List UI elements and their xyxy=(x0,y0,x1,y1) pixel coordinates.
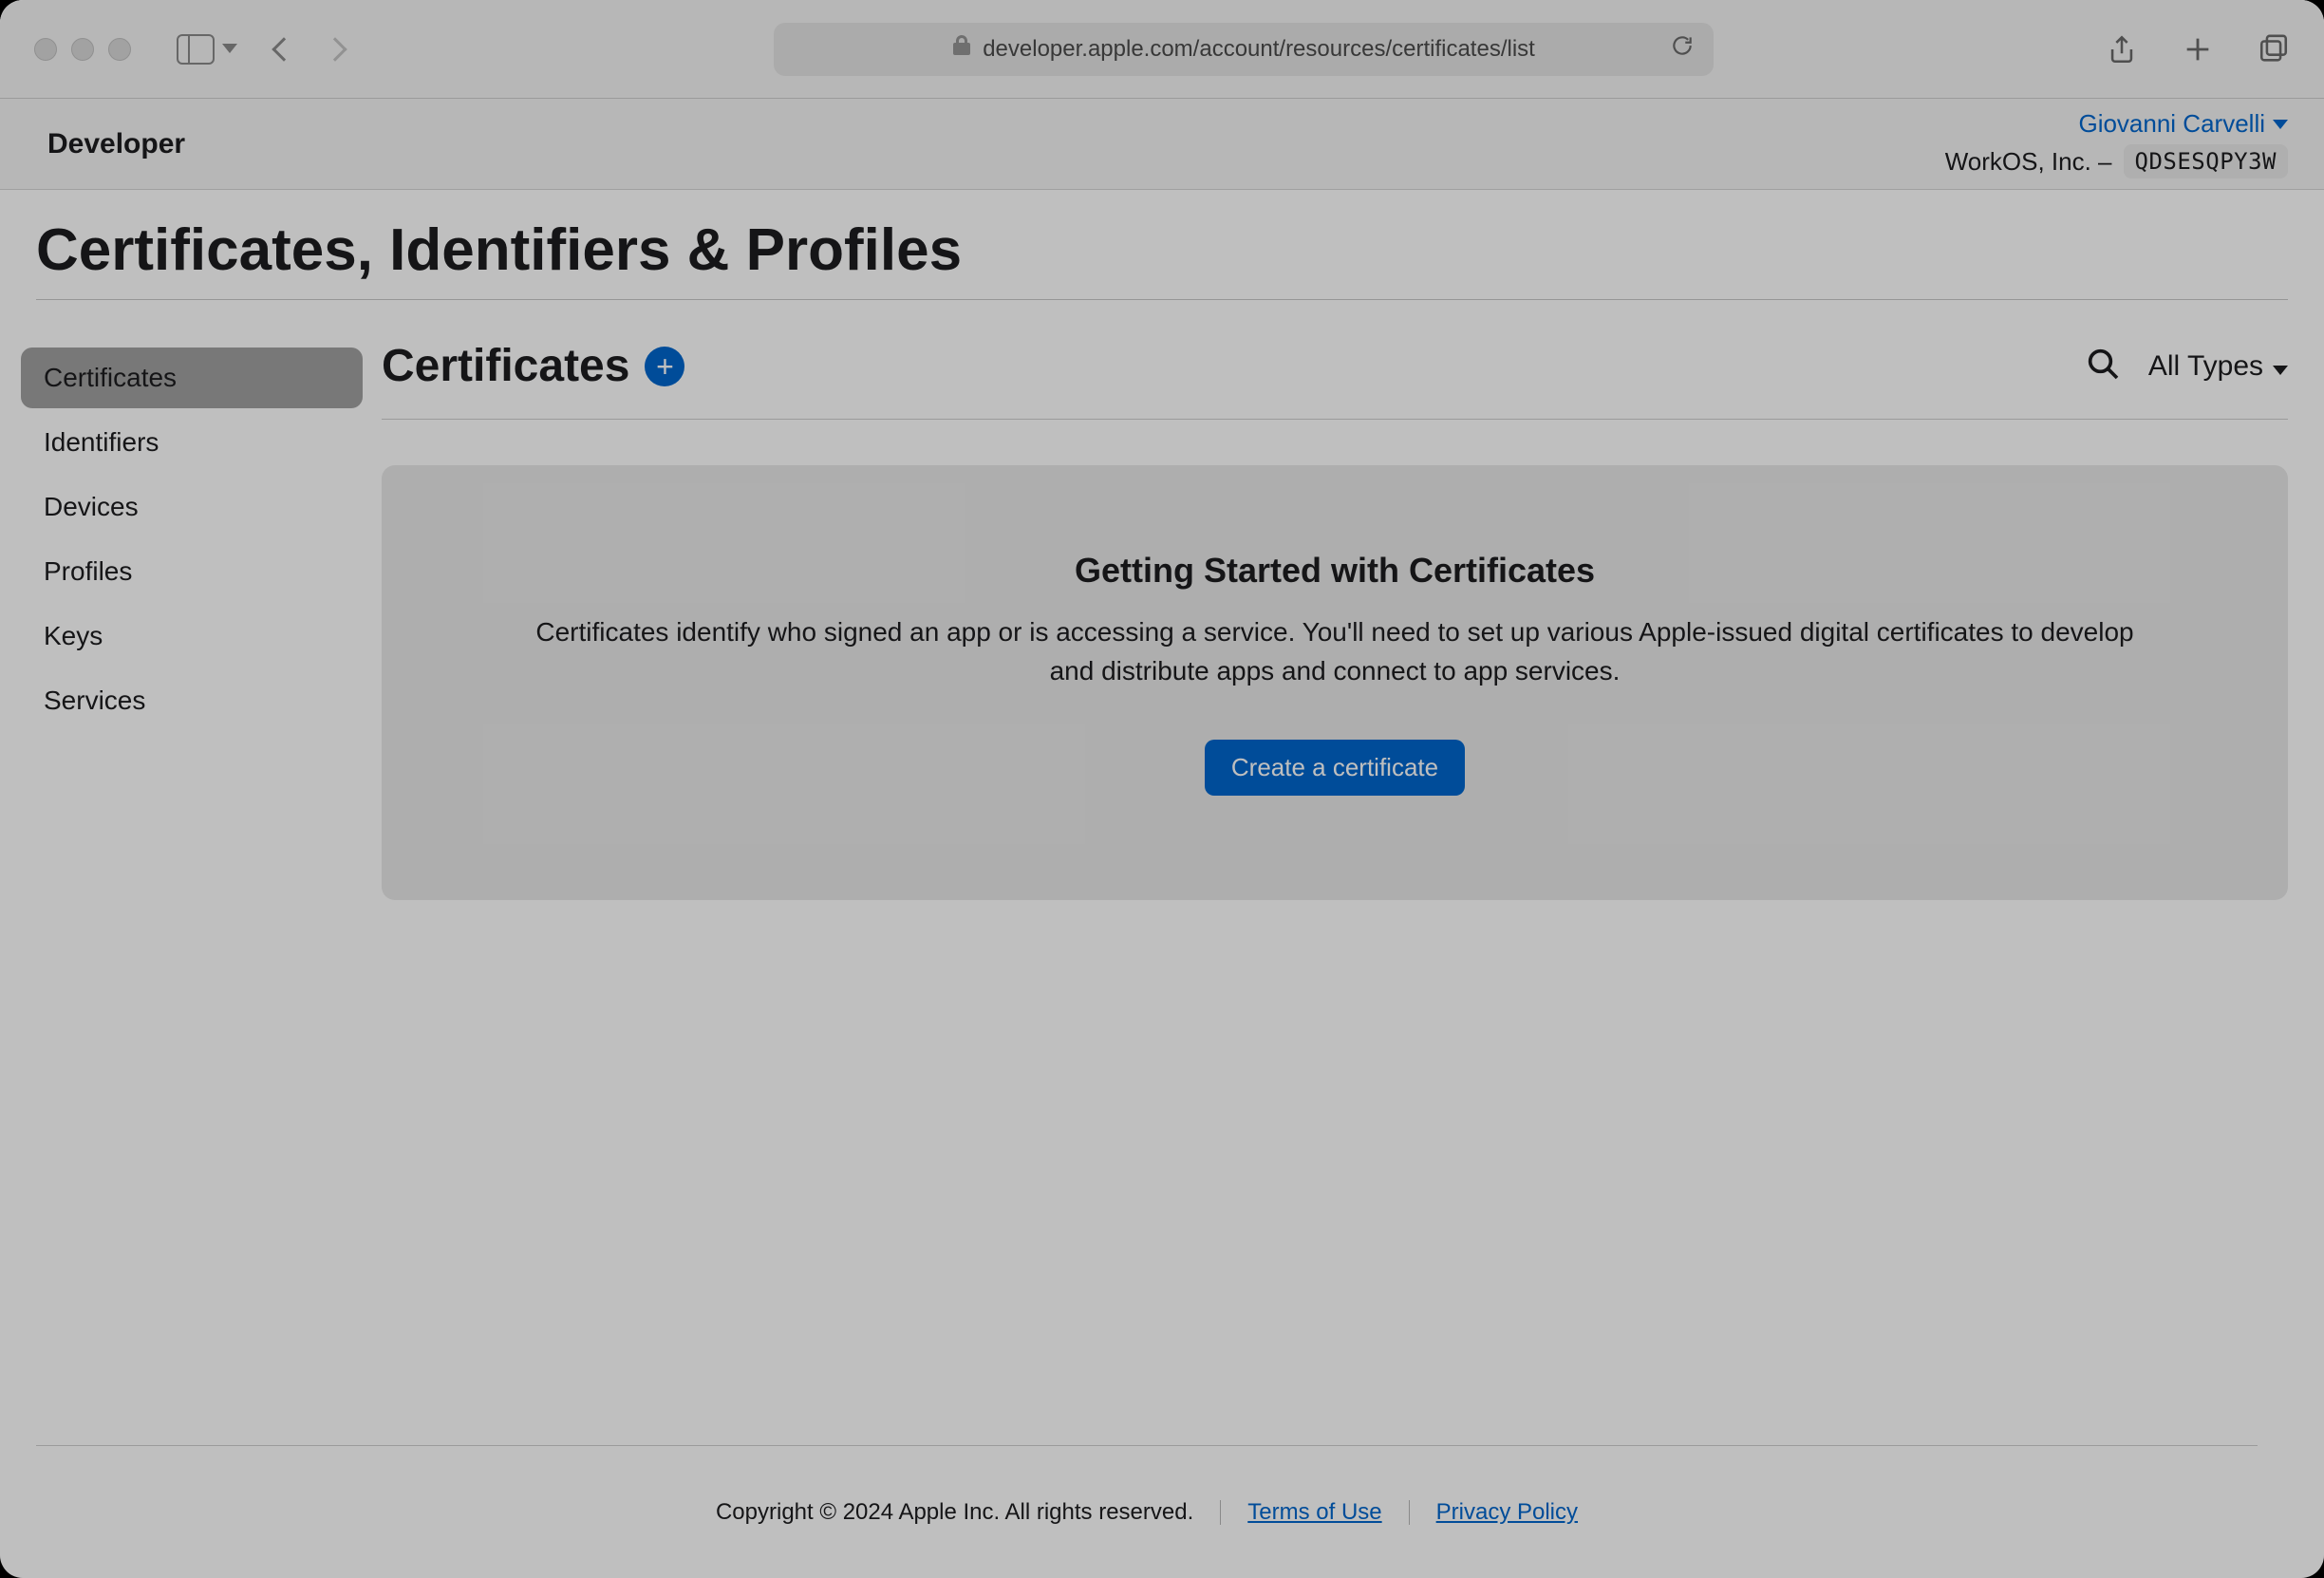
account-block: Giovanni Carvelli WorkOS, Inc. – QDSESQP… xyxy=(1945,109,2288,178)
team-id-badge[interactable]: QDSESQPY3W xyxy=(2124,144,2289,178)
back-button[interactable] xyxy=(272,37,295,61)
empty-state-heading: Getting Started with Certificates xyxy=(534,551,2136,591)
plus-icon: + xyxy=(656,351,674,382)
content-title: Certificates xyxy=(382,340,629,392)
divider xyxy=(1409,1500,1410,1525)
url-text: developer.apple.com/account/resources/ce… xyxy=(983,36,1535,63)
sidebar-item-keys[interactable]: Keys xyxy=(21,606,363,667)
chevron-down-icon xyxy=(2273,350,2288,383)
account-name-text: Giovanni Carvelli xyxy=(2078,109,2265,139)
window-controls xyxy=(34,38,131,61)
lock-icon xyxy=(952,34,971,64)
sidebar-item-certificates[interactable]: Certificates xyxy=(21,348,363,408)
browser-toolbar: developer.apple.com/account/resources/ce… xyxy=(0,0,2324,99)
content-header: Certificates + All Types xyxy=(382,321,2288,420)
nav-arrows xyxy=(275,41,344,58)
footer: Copyright © 2024 Apple Inc. All rights r… xyxy=(36,1445,2258,1578)
copyright-text: Copyright © 2024 Apple Inc. All rights r… xyxy=(716,1499,1193,1526)
sidebar-item-profiles[interactable]: Profiles xyxy=(21,541,363,602)
type-filter-dropdown[interactable]: All Types xyxy=(2148,350,2288,383)
add-certificate-button[interactable]: + xyxy=(645,347,684,386)
share-icon[interactable] xyxy=(2106,33,2138,66)
address-bar[interactable]: developer.apple.com/account/resources/ce… xyxy=(774,23,1714,76)
sidebar-toggle-icon[interactable] xyxy=(177,34,215,65)
org-name: WorkOS, Inc. – xyxy=(1945,147,2112,177)
empty-state-card: Getting Started with Certificates Certif… xyxy=(382,465,2288,900)
chevron-down-icon xyxy=(2273,114,2288,134)
sidebar-item-devices[interactable]: Devices xyxy=(21,477,363,537)
terms-link[interactable]: Terms of Use xyxy=(1247,1499,1381,1526)
privacy-link[interactable]: Privacy Policy xyxy=(1436,1499,1578,1526)
main-content: Certificates + All Types Getting S xyxy=(363,321,2288,1441)
divider xyxy=(1220,1500,1221,1525)
fullscreen-window-button[interactable] xyxy=(108,38,131,61)
empty-state-description: Certificates identify who signed an app … xyxy=(534,613,2136,690)
search-button[interactable] xyxy=(2084,345,2122,387)
sidebar-item-identifiers[interactable]: Identifiers xyxy=(21,412,363,473)
forward-button[interactable] xyxy=(323,37,347,61)
tab-group-menu-icon[interactable] xyxy=(222,41,237,58)
tab-overview-icon[interactable] xyxy=(2258,33,2290,66)
page-title: Certificates, Identifiers & Profiles xyxy=(36,216,2288,300)
developer-header: Developer Giovanni Carvelli WorkOS, Inc.… xyxy=(0,99,2324,190)
close-window-button[interactable] xyxy=(34,38,57,61)
developer-logo-text: Developer xyxy=(47,128,185,160)
sidebar-item-services[interactable]: Services xyxy=(21,670,363,731)
minimize-window-button[interactable] xyxy=(71,38,94,61)
developer-logo[interactable]: Developer xyxy=(36,128,185,160)
reload-icon[interactable] xyxy=(1670,33,1695,65)
type-filter-label: All Types xyxy=(2148,350,2263,383)
create-certificate-button[interactable]: Create a certificate xyxy=(1205,740,1465,796)
new-tab-icon[interactable] xyxy=(2182,33,2214,66)
side-nav: Certificates Identifiers Devices Profile… xyxy=(21,321,363,1441)
account-menu[interactable]: Giovanni Carvelli xyxy=(2078,109,2288,139)
